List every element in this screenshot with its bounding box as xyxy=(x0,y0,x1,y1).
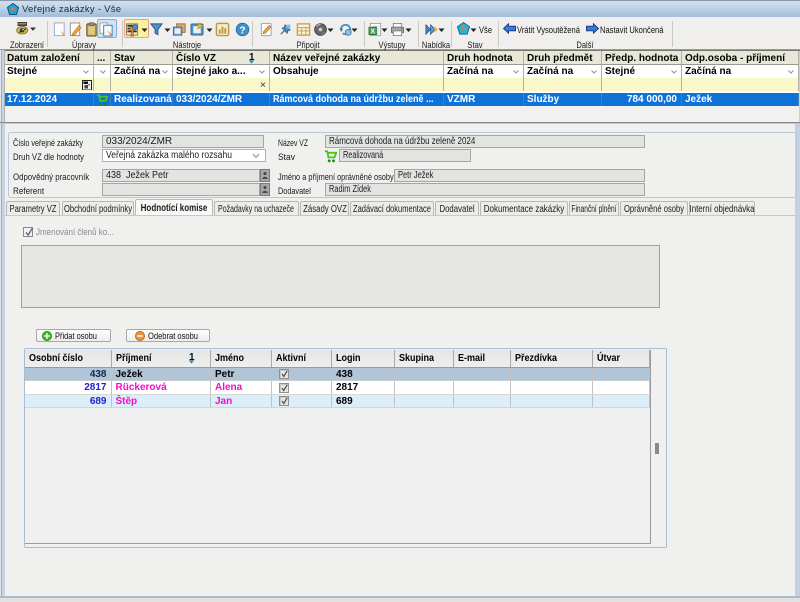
svg-text:X: X xyxy=(370,28,375,35)
svg-text:?: ? xyxy=(239,25,245,36)
